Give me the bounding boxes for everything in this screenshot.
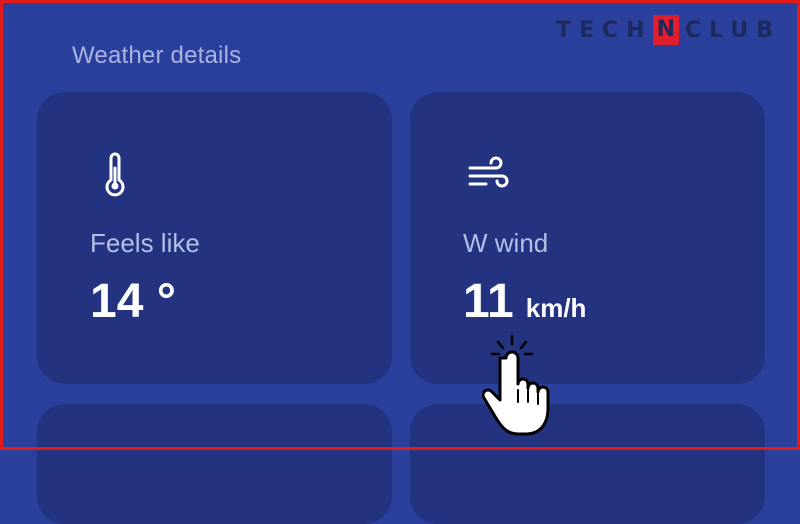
wind-value: 11 km/h	[463, 274, 586, 329]
weather-card-lower-left[interactable]	[37, 404, 392, 524]
section-title: Weather details	[72, 42, 242, 69]
watermark-logo: TECH N CLUB	[556, 14, 781, 46]
wind-card[interactable]: W wind 11 km/h	[410, 92, 765, 384]
feels-like-label: Feels like	[90, 228, 200, 258]
feels-like-number: 14 °	[90, 275, 176, 328]
logo-text-left: TECH	[556, 17, 653, 43]
weather-card-lower-right[interactable]	[410, 404, 765, 524]
wind-speed-number: 11	[463, 275, 514, 328]
wind-icon	[468, 156, 509, 188]
logo-mark: N	[652, 15, 680, 45]
tap-hand-icon	[482, 334, 550, 436]
logo-text-right: CLUB	[685, 17, 782, 43]
thermometer-icon	[105, 152, 125, 197]
wind-speed-unit: km/h	[525, 293, 587, 323]
wind-label: W wind	[463, 228, 549, 258]
feels-like-card[interactable]: Feels like 14 °	[37, 92, 392, 384]
feels-like-value: 14 °	[90, 274, 176, 329]
